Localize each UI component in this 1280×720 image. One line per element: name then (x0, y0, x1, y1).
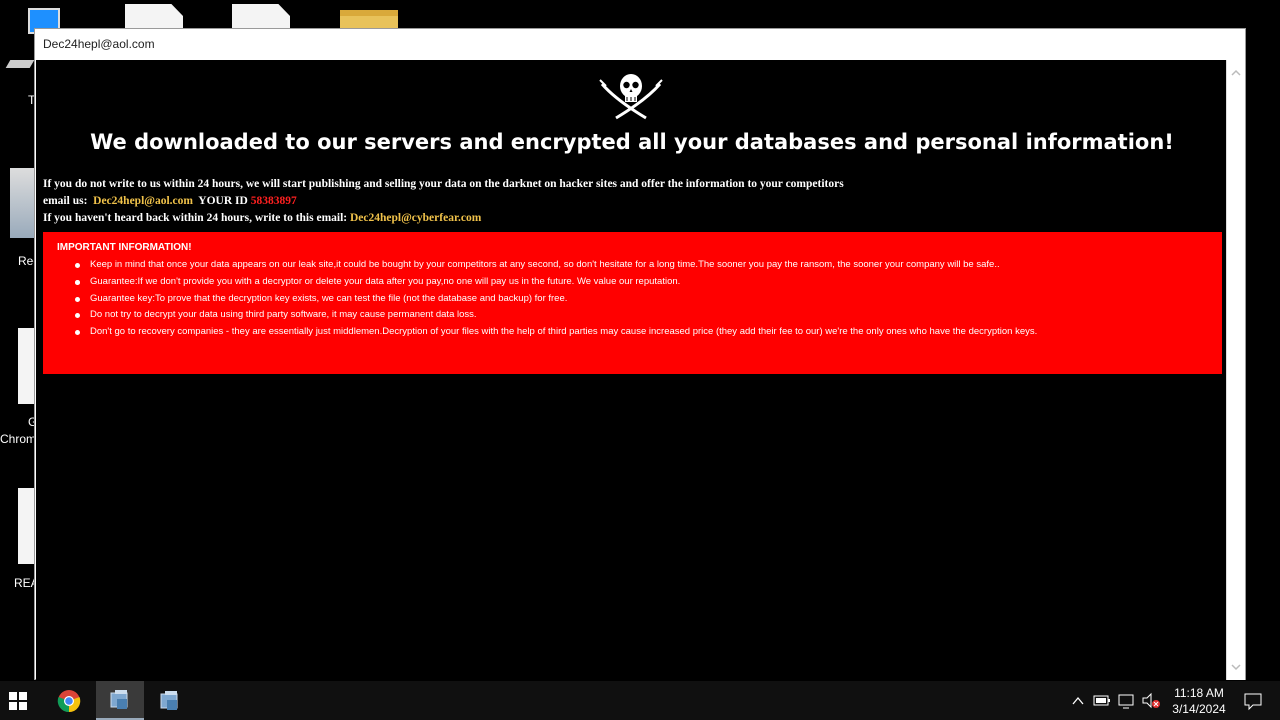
window-titlebar[interactable]: Dec24hepl@aol.com (35, 29, 1245, 59)
warning-line: If you do not write to us within 24 hour… (43, 178, 844, 190)
chevron-up-icon[interactable] (1070, 681, 1086, 720)
list-item-text: Keep in mind that once your data appears… (90, 259, 1000, 270)
chrome-icon (57, 689, 81, 712)
important-title: IMPORTANT INFORMATION! (57, 242, 192, 253)
important-information-box: IMPORTANT INFORMATION! Keep in mind that… (43, 232, 1222, 374)
list-item-text: Don't go to recovery companies - they ar… (90, 326, 1038, 338)
taskbar: 11:18 AM 3/14/2024 (0, 681, 1280, 720)
window-title: Dec24hepl@aol.com (43, 37, 155, 51)
battery-icon[interactable] (1092, 681, 1112, 720)
taskbar-app-button[interactable] (96, 681, 144, 720)
ransom-instructions: If you do not write to us within 24 hour… (43, 176, 844, 227)
taskbar-app-button[interactable] (148, 681, 192, 720)
start-button[interactable] (0, 681, 36, 720)
bullet-icon (75, 313, 80, 319)
app-window-icon (110, 689, 128, 709)
list-item-text: Guarantee:If we don't provide you with a… (90, 275, 681, 287)
scroll-down-icon[interactable] (1231, 662, 1241, 672)
volume-muted-icon[interactable] (1141, 681, 1163, 720)
notifications-icon[interactable] (1243, 681, 1263, 720)
contact-line: email us: Dec24hepl@aol.com YOUR ID 5838… (43, 193, 844, 210)
important-list: Keep in mind that once your data appears… (57, 257, 1208, 341)
ransom-note-window: Dec24hepl@aol.com We downloaded to our s… (34, 28, 1246, 680)
chrome-shortcut-icon[interactable] (18, 328, 34, 404)
email-label: email us: (43, 195, 88, 207)
windows-logo-icon (9, 691, 27, 710)
desktop-icon-label[interactable]: Chrom (0, 432, 36, 446)
list-item-text: Guarantee key:To prove that the decrypti… (90, 292, 568, 304)
taskbar-chrome-button[interactable] (48, 681, 90, 720)
skull-crossed-swords-icon (599, 74, 663, 120)
bullet-icon (75, 263, 80, 268)
vertical-scrollbar[interactable] (1226, 60, 1245, 680)
ransom-headline: We downloaded to our servers and encrypt… (90, 130, 1174, 154)
keyboard-icon (5, 60, 35, 68)
id-label: YOUR ID (198, 195, 248, 207)
list-item: Do not try to decrypt your data using th… (75, 307, 1208, 324)
fallback-email: Dec24hepl@cyberfear.com (350, 212, 482, 224)
note-content: We downloaded to our servers and encrypt… (36, 60, 1228, 680)
app-window-icon (160, 690, 178, 710)
list-item: Guarantee:If we don't provide you with a… (75, 274, 1208, 291)
document-icon[interactable] (18, 488, 34, 564)
system-clock[interactable]: 11:18 AM 3/14/2024 (1166, 685, 1232, 717)
network-icon[interactable] (1117, 681, 1137, 720)
list-item: Guarantee key:To prove that the decrypti… (75, 291, 1208, 308)
list-item: Don't go to recovery companies - they ar… (75, 324, 1208, 341)
recycle-bin-icon[interactable] (10, 168, 34, 238)
fallback-line: If you haven't heard back within 24 hour… (43, 210, 844, 227)
bullet-icon (75, 279, 80, 285)
bullet-icon (75, 296, 80, 302)
clock-date: 3/14/2024 (1172, 702, 1226, 716)
contact-email: Dec24hepl@aol.com (93, 195, 193, 207)
scroll-up-icon[interactable] (1231, 68, 1241, 78)
bullet-icon (75, 330, 80, 336)
clock-time: 11:18 AM (1174, 686, 1224, 700)
victim-id: 58383897 (250, 195, 297, 207)
list-item: Keep in mind that once your data appears… (75, 257, 1208, 274)
fallback-text: If you haven't heard back within 24 hour… (43, 212, 348, 224)
list-item-text: Do not try to decrypt your data using th… (90, 309, 477, 321)
